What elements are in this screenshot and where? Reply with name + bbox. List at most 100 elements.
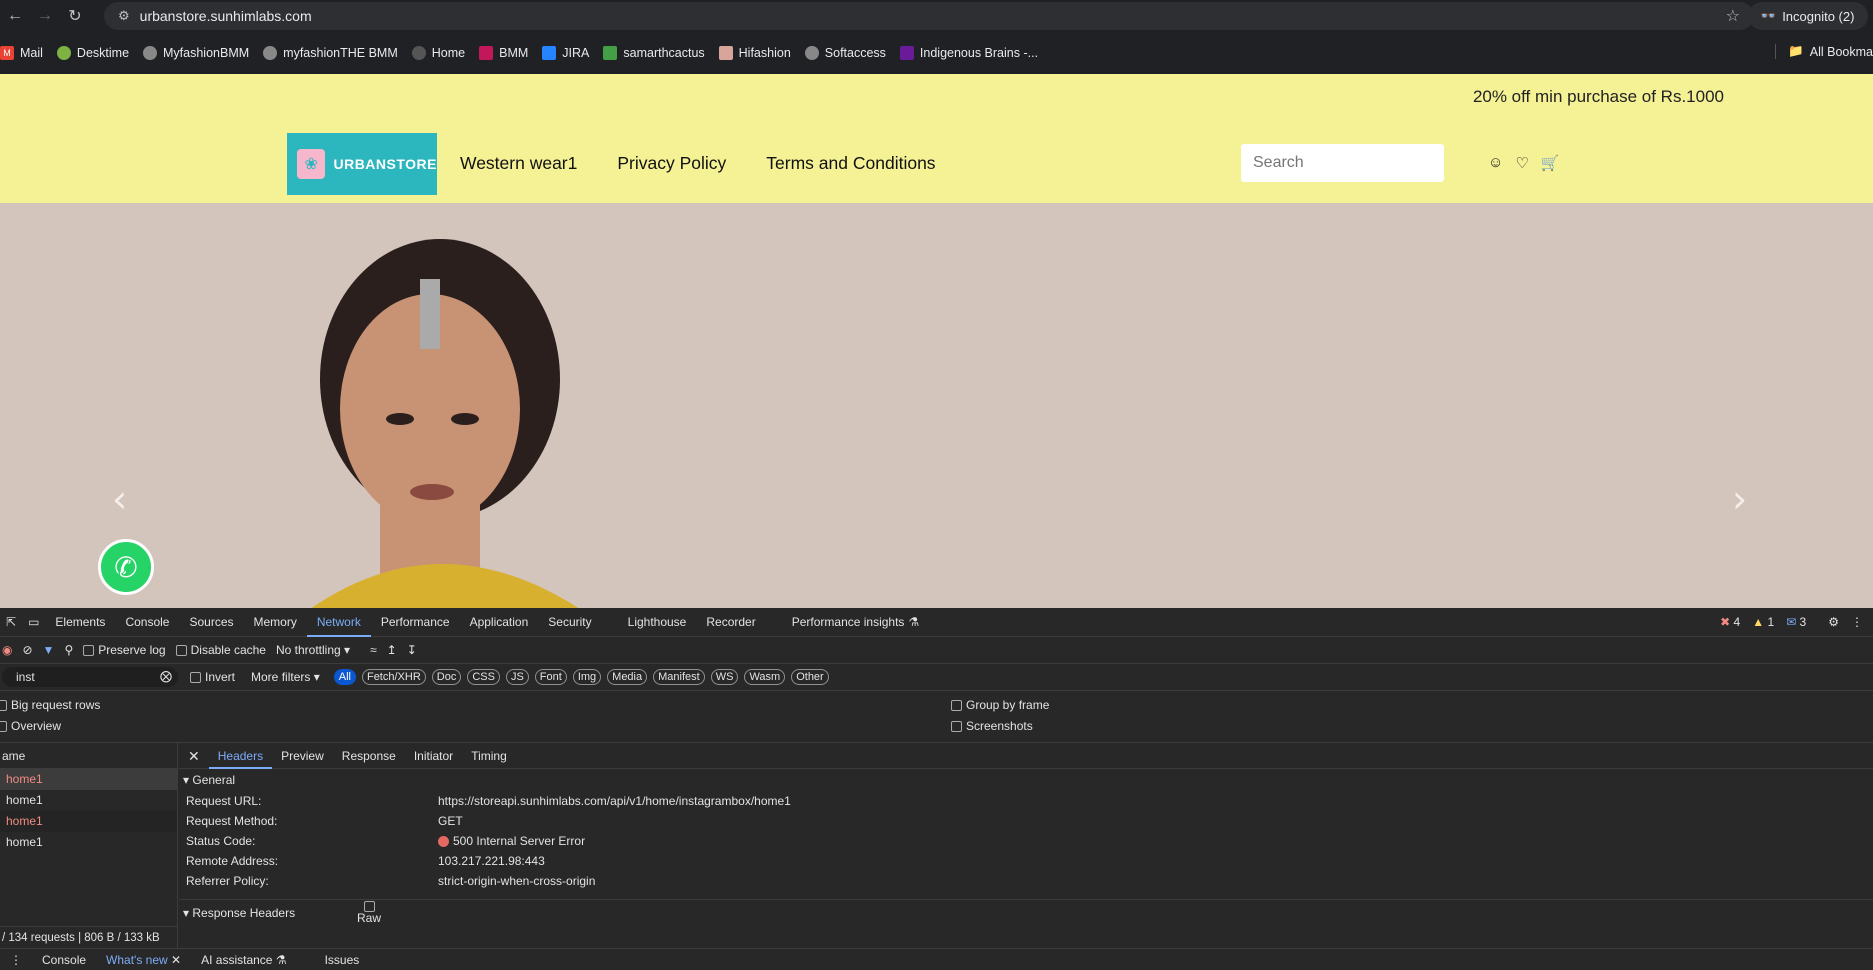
filter-input[interactable]: inst ⨂	[2, 667, 178, 687]
carousel-next-icon[interactable]: ›	[1732, 477, 1747, 521]
group-by-frame-checkbox[interactable]: Group by frame	[951, 698, 1049, 712]
bookmark-softaccess[interactable]: Softaccess	[804, 46, 886, 60]
bookmark-myfashion-the-bmm[interactable]: myfashionTHE BMM	[263, 46, 398, 60]
record-icon[interactable]: ◉	[2, 643, 12, 657]
raw-checkbox[interactable]: Raw	[357, 900, 381, 924]
cart-icon[interactable]: 🛒	[1541, 154, 1560, 172]
filter-chip-img[interactable]: Img	[572, 669, 602, 685]
close-tab-icon[interactable]: ✕	[171, 953, 181, 967]
inspect-element-icon[interactable]: ⇱	[0, 608, 22, 637]
bookmark-myfashionbmm[interactable]: MyfashionBMM	[143, 46, 249, 60]
throttling-select[interactable]: No throttling ▾	[276, 643, 350, 657]
all-bookmarks[interactable]: 📁 All Bookma	[1775, 44, 1873, 59]
incognito-badge[interactable]: 👓 Incognito (2)	[1748, 2, 1868, 30]
detail-tab-headers[interactable]: Headers	[208, 743, 273, 769]
filter-chip-js[interactable]: JS	[505, 669, 529, 685]
nav-western-wear[interactable]: Western wear1	[460, 153, 577, 174]
filter-chip-media[interactable]: Media	[607, 669, 648, 685]
detail-tab-timing[interactable]: Timing	[462, 743, 516, 769]
filter-chip-css[interactable]: CSS	[467, 669, 500, 685]
filter-chip-ws[interactable]: WS	[710, 669, 739, 685]
response-headers-toggle[interactable]: ▾ Response Headers Raw	[179, 899, 1873, 925]
user-icon[interactable]: ☺	[1488, 154, 1503, 172]
network-conditions-icon[interactable]: ≈	[370, 643, 377, 657]
preserve-log-checkbox[interactable]: Preserve log	[83, 643, 166, 657]
reload-icon[interactable]: ↻	[60, 6, 90, 26]
big-request-rows-checkbox[interactable]: Big request rows	[0, 698, 100, 712]
request-row[interactable]: home1	[0, 811, 177, 832]
close-detail-icon[interactable]: ✕	[179, 743, 209, 769]
forward-icon[interactable]: →	[30, 7, 60, 25]
device-toolbar-icon[interactable]: ▭	[22, 608, 45, 637]
tab-console[interactable]: Console	[115, 608, 179, 637]
request-row[interactable]: home1	[0, 832, 177, 853]
settings-gear-icon[interactable]: ⚙	[1828, 615, 1839, 629]
site-logo[interactable]: ❀ URBANSTORE	[287, 133, 437, 195]
address-bar[interactable]: ⚙ urbanstore.sunhimlabs.com ☆	[104, 2, 1754, 30]
tab-memory[interactable]: Memory	[244, 608, 307, 637]
tab-lighthouse[interactable]: Lighthouse	[618, 608, 697, 637]
bookmark-indigenous-brains[interactable]: Indigenous Brains -...	[899, 46, 1038, 60]
filter-chip-doc[interactable]: Doc	[431, 669, 462, 685]
clear-filter-icon[interactable]: ⨂	[160, 669, 172, 683]
screenshots-checkbox[interactable]: Screenshots	[951, 719, 1033, 733]
tab-recorder[interactable]: Recorder	[696, 608, 765, 637]
header-row-request-method: Request Method: GET	[186, 814, 463, 828]
bookmark-samarthcactus[interactable]: samarthcactus	[603, 46, 705, 60]
more-options-icon[interactable]: ⋮	[1851, 615, 1863, 629]
filter-chip-all[interactable]: All	[333, 669, 356, 685]
message-count[interactable]: ✉ 3	[1786, 615, 1806, 629]
url-text[interactable]: urbanstore.sunhimlabs.com	[140, 8, 312, 24]
detail-tab-initiator[interactable]: Initiator	[405, 743, 462, 769]
bookmark-bmm[interactable]: BMM	[479, 46, 528, 60]
drawer-tab-whats-new[interactable]: What's new ✕	[96, 953, 191, 967]
back-icon[interactable]: ←	[0, 7, 30, 25]
name-column-header[interactable]: ame	[0, 743, 177, 769]
site-info-icon[interactable]: ⚙	[118, 8, 130, 24]
invert-checkbox[interactable]: Invert	[190, 670, 235, 684]
nav-privacy-policy[interactable]: Privacy Policy	[617, 153, 726, 174]
filter-chip-manifest[interactable]: Manifest	[653, 669, 705, 685]
disable-cache-checkbox[interactable]: Disable cache	[175, 643, 266, 657]
detail-tab-preview[interactable]: Preview	[272, 743, 333, 769]
bookmark-desktime[interactable]: Desktime	[56, 46, 129, 60]
filter-chip-fetch-xhr[interactable]: Fetch/XHR	[361, 669, 426, 685]
filter-chip-other[interactable]: Other	[791, 669, 829, 685]
bookmark-jira[interactable]: JIRA	[542, 46, 589, 60]
bookmark-mail[interactable]: M Mail	[0, 46, 43, 60]
drawer-menu-icon[interactable]: ⋮	[0, 953, 32, 967]
warning-count[interactable]: ▲ 1	[1752, 615, 1774, 629]
general-section-toggle[interactable]: ▾ General	[179, 769, 1873, 791]
filter-chip-wasm[interactable]: Wasm	[744, 669, 786, 685]
bookmark-home[interactable]: Home	[411, 46, 465, 60]
tab-elements[interactable]: Elements	[45, 608, 115, 637]
tab-security[interactable]: Security	[538, 608, 601, 637]
bookmark-hifashion[interactable]: Hifashion	[718, 46, 791, 60]
import-har-icon[interactable]: ↥	[387, 643, 397, 657]
overview-checkbox[interactable]: Overview	[0, 719, 61, 733]
filter-chip-font[interactable]: Font	[534, 669, 567, 685]
nav-terms-and-conditions[interactable]: Terms and Conditions	[766, 153, 935, 174]
request-row[interactable]: home1	[0, 790, 177, 811]
tab-performance[interactable]: Performance	[371, 608, 460, 637]
tab-sources[interactable]: Sources	[179, 608, 243, 637]
wishlist-heart-icon[interactable]: ♡	[1515, 154, 1528, 172]
error-count[interactable]: ✖ 4	[1720, 615, 1740, 629]
whatsapp-chat-button[interactable]: ✆	[98, 539, 154, 595]
site-search-input[interactable]	[1241, 144, 1444, 182]
search-icon[interactable]: ⚲	[64, 643, 73, 657]
drawer-tab-console[interactable]: Console	[32, 953, 96, 967]
tab-performance-insights[interactable]: Performance insights	[782, 608, 915, 637]
drawer-tab-ai-assistance[interactable]: AI assistance ⚗	[191, 953, 296, 967]
detail-tab-response[interactable]: Response	[333, 743, 405, 769]
tab-application[interactable]: Application	[460, 608, 539, 637]
export-har-icon[interactable]: ↧	[407, 643, 417, 657]
carousel-prev-icon[interactable]: ‹	[112, 477, 127, 521]
request-row[interactable]: home1	[0, 769, 177, 790]
bookmark-star-icon[interactable]: ☆	[1726, 6, 1740, 26]
tab-network[interactable]: Network	[306, 608, 371, 637]
more-filters-dropdown[interactable]: More filters ▾	[251, 670, 320, 684]
clear-icon[interactable]: ⊘	[22, 643, 32, 657]
drawer-tab-issues[interactable]: Issues	[315, 953, 370, 967]
filter-icon[interactable]: ▼	[43, 643, 55, 657]
